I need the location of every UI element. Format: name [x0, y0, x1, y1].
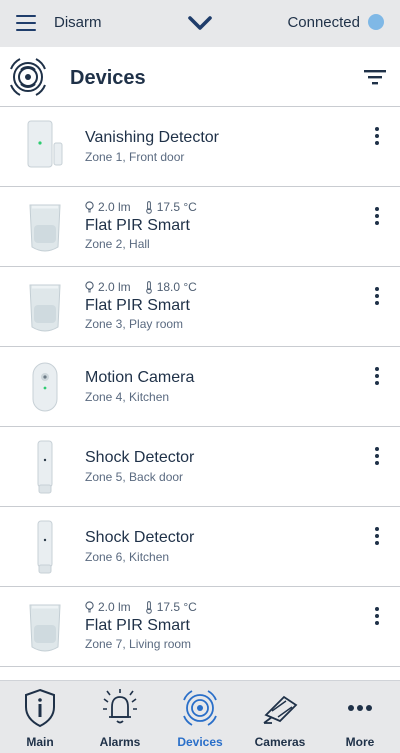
signal-waves-logo	[10, 58, 46, 96]
device-zone: Zone 7, Living room	[85, 637, 192, 651]
device-thumbnail	[22, 515, 68, 579]
device-name: Vanishing Detector	[85, 129, 219, 146]
hamburger-icon[interactable]	[16, 15, 36, 31]
more-options-icon[interactable]	[372, 447, 382, 467]
light-value: 2.0 lm	[98, 280, 131, 294]
more-options-icon[interactable]	[372, 207, 382, 227]
bulb-icon	[85, 281, 94, 293]
device-zone: Zone 1, Front door	[85, 150, 185, 164]
device-zone: Zone 3, Play room	[85, 317, 184, 331]
nav-item-main[interactable]: Main	[0, 681, 80, 753]
nav-item-alarms[interactable]: Alarms	[80, 681, 160, 753]
device-name: Shock Detector	[85, 449, 195, 466]
device-thumbnail	[22, 595, 68, 659]
nav-label: Main	[26, 735, 54, 749]
device-thumbnail	[22, 115, 68, 179]
device-name: Motion Camera	[85, 369, 195, 386]
temperature-reading: 18.0 °C	[145, 280, 197, 294]
device-thumbnail	[22, 275, 68, 339]
more-options-icon[interactable]	[372, 287, 382, 307]
device-thumbnail	[22, 355, 68, 419]
device-row[interactable]: 2.0 lm 17.5 °C Flat PIR Smart Zone 7, Livin…	[0, 587, 400, 667]
bulb-icon	[85, 601, 94, 613]
light-value: 2.0 lm	[98, 200, 131, 214]
device-name: Shock Detector	[85, 529, 195, 546]
nav-label: Cameras	[254, 735, 306, 749]
bottom-navigation: Main Alarms Devices Cameras More	[0, 680, 400, 753]
temperature-reading: 17.5 °C	[145, 600, 197, 614]
device-thumbnail	[22, 435, 68, 499]
device-thumbnail	[22, 195, 68, 259]
chevron-down-icon[interactable]	[187, 12, 213, 34]
device-name: Flat PIR Smart	[85, 617, 190, 634]
more-options-icon[interactable]	[372, 127, 382, 147]
nav-label: Alarms	[99, 735, 141, 749]
device-readings: 2.0 lm 17.5 °C	[85, 600, 197, 614]
temperature-value: 18.0 °C	[156, 280, 197, 294]
connection-status-dot	[368, 14, 384, 30]
camera-icon	[258, 685, 302, 731]
device-row[interactable]: Motion Camera Zone 4, Kitchen	[0, 347, 400, 427]
temperature-value: 17.5 °C	[156, 600, 197, 614]
nav-item-devices[interactable]: Devices	[160, 681, 240, 753]
device-readings: 2.0 lm 18.0 °C	[85, 280, 197, 294]
more-dots-icon	[338, 685, 382, 731]
device-row[interactable]: Shock Detector Zone 6, Kitchen	[0, 507, 400, 587]
connection-status-label: Connected	[287, 14, 360, 31]
more-options-icon[interactable]	[372, 607, 382, 627]
nav-label: Devices	[177, 735, 223, 749]
device-zone: Zone 6, Kitchen	[85, 550, 170, 564]
device-row[interactable]: Vanishing Detector Zone 1, Front door	[0, 107, 400, 187]
nav-label: More	[345, 735, 375, 749]
light-reading: 2.0 lm	[85, 280, 131, 294]
arm-status-label[interactable]: Disarm	[54, 14, 102, 31]
signal-waves-icon	[178, 685, 222, 731]
light-reading: 2.0 lm	[85, 200, 131, 214]
thermometer-icon	[145, 280, 152, 294]
page-header: Devices	[0, 47, 400, 107]
top-status-bar: Disarm Connected	[0, 0, 400, 47]
device-zone: Zone 4, Kitchen	[85, 390, 170, 404]
device-list[interactable]: Vanishing Detector Zone 1, Front door 2.0 …	[0, 107, 400, 680]
nav-item-cameras[interactable]: Cameras	[240, 681, 320, 753]
device-name: Flat PIR Smart	[85, 217, 190, 234]
bell-icon	[98, 685, 142, 731]
device-row[interactable]: 2.0 lm 18.0 °C Flat PIR Smart Zone 3, Play …	[0, 267, 400, 347]
more-options-icon[interactable]	[372, 367, 382, 387]
page-title: Devices	[70, 67, 146, 89]
device-name: Flat PIR Smart	[85, 297, 190, 314]
nav-item-more[interactable]: More	[320, 681, 400, 753]
more-options-icon[interactable]	[372, 527, 382, 547]
device-row[interactable]: 2.0 lm 17.5 °C Flat PIR Smart Zone 2, Hall	[0, 187, 400, 267]
filter-icon[interactable]	[364, 69, 386, 85]
shield-info-icon	[18, 685, 62, 731]
thermometer-icon	[145, 200, 152, 214]
light-value: 2.0 lm	[98, 600, 131, 614]
light-reading: 2.0 lm	[85, 600, 131, 614]
temperature-value: 17.5 °C	[156, 200, 197, 214]
thermometer-icon	[145, 600, 152, 614]
device-zone: Zone 2, Hall	[85, 237, 150, 251]
device-zone: Zone 5, Back door	[85, 470, 184, 484]
temperature-reading: 17.5 °C	[145, 200, 197, 214]
device-row[interactable]: Shock Detector Zone 5, Back door	[0, 427, 400, 507]
bulb-icon	[85, 201, 94, 213]
device-readings: 2.0 lm 17.5 °C	[85, 200, 197, 214]
